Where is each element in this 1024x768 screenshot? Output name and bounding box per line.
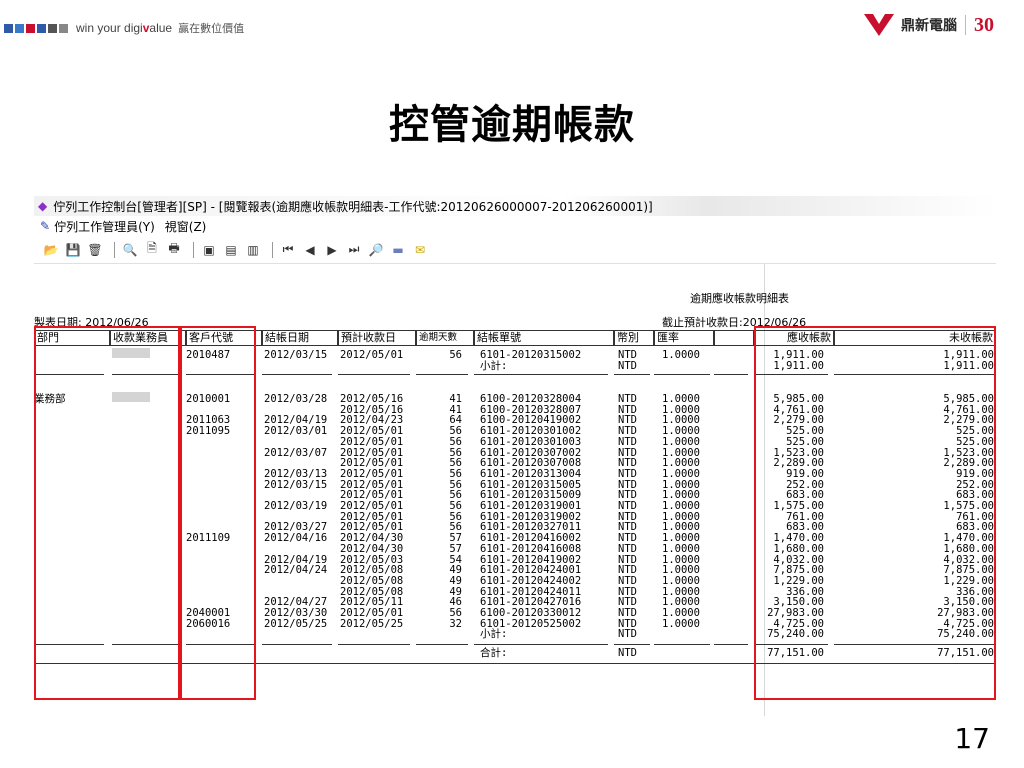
column-header: 匯率 — [654, 330, 714, 346]
print-icon[interactable]: 🖶 — [165, 241, 183, 259]
report-name: 逾期應收帳款明細表 — [690, 292, 789, 305]
close-date: 2012/04/16 — [264, 532, 328, 545]
tagline-end: alue — [149, 21, 173, 35]
delete-icon[interactable]: 🗑 — [86, 241, 104, 259]
separator-bar-icon[interactable]: ▬ — [389, 241, 407, 259]
column-header: 幣別 — [614, 330, 654, 346]
highlight-customer — [180, 326, 256, 700]
slide-header: win your digivalue 贏在數位價值 鼎新電腦 30 — [0, 0, 1024, 60]
subtotal-label: 小計: — [480, 359, 508, 372]
find-icon[interactable]: 🔍 — [121, 241, 139, 259]
highlight-amounts — [754, 326, 996, 700]
exchange-rate: 1.0000 — [662, 349, 700, 361]
toolbar-separator — [193, 241, 194, 258]
rule-line — [474, 644, 608, 646]
close-date: 2012/03/28 — [264, 393, 328, 405]
prev-page-icon[interactable]: ◀ — [301, 241, 319, 259]
open-icon[interactable]: 📂 — [42, 241, 60, 259]
save-icon[interactable]: 💾 — [64, 241, 82, 259]
rule-line — [262, 374, 332, 376]
anniversary-badge: 30 — [974, 13, 994, 36]
rule-line — [416, 644, 468, 646]
brand-mark-icon — [864, 14, 894, 36]
mail-icon[interactable]: ✉ — [411, 241, 429, 259]
page-number: 17 — [954, 722, 990, 755]
grand-total-label: 合計: — [480, 647, 508, 660]
column-header — [714, 330, 754, 346]
menu-queue-manager[interactable]: 佇列工作管理員(Y) — [54, 218, 155, 235]
menu-bar: ✎ 佇列工作管理員(Y) 視窗(Z) — [34, 216, 996, 236]
first-page-icon[interactable]: ⏮ — [279, 241, 297, 259]
rule-line — [654, 644, 710, 646]
brand-square-icon — [37, 23, 46, 33]
export-alt-icon[interactable]: ▤ — [222, 241, 240, 259]
slide-title: 控管逾期帳款 — [389, 102, 635, 148]
rule-line — [416, 374, 468, 376]
currency: NTD — [618, 647, 637, 660]
window-title: 佇列工作控制台[管理者][SP] - [閱覽報表(逾期應收帳款明細表-工作代號:… — [53, 199, 653, 214]
brand-square-icon — [48, 23, 57, 33]
close-date: 2012/03/15 — [264, 349, 328, 361]
brand-divider — [965, 15, 966, 35]
rule-line — [654, 374, 710, 376]
app-diamond-icon: ◆ — [38, 199, 48, 213]
close-date: 2012/03/01 — [264, 425, 328, 438]
rule-line — [714, 374, 748, 376]
next-page-icon[interactable]: ▶ — [323, 241, 341, 259]
tagline-group: win your digivalue 贏在數位價值 — [4, 20, 244, 36]
rule-line — [714, 644, 748, 646]
window-titlebar: ◆ 佇列工作控制台[管理者][SP] - [閱覽報表(逾期應收帳款明細表-工作代… — [34, 196, 996, 216]
toolbar: 📂 💾 🗑 🔍 🗎 🖶 ▣ ▤ ▥ ⏮ ◀ ▶ ⏭ 🔎 ▬ ✉ — [34, 236, 996, 264]
close-date: 2012/03/15 — [264, 478, 328, 491]
currency: NTD — [618, 359, 637, 372]
currency: NTD — [618, 628, 637, 641]
zoom-icon[interactable]: 🔎 — [367, 241, 385, 259]
subtotal-label: 小計: — [480, 628, 508, 641]
menu-window[interactable]: 視窗(Z) — [165, 218, 207, 235]
cutoff-date-label: 截止預計收款日: — [662, 316, 743, 329]
rule-line — [614, 374, 650, 376]
brand-square-icon — [59, 23, 68, 33]
close-date: 2012/03/19 — [264, 500, 328, 512]
column-header: 預計收款日 — [338, 330, 416, 346]
rule-line — [262, 644, 332, 646]
toolbar-separator — [272, 241, 273, 258]
toolbar-separator — [114, 241, 115, 258]
brand-square-icon — [4, 23, 13, 33]
copy-icon[interactable]: ▥ — [244, 241, 262, 259]
close-date: 2012/04/24 — [264, 564, 328, 577]
exchange-rate: 1.0000 — [662, 617, 700, 630]
brand-square-icon — [15, 23, 24, 33]
rule-line — [614, 644, 650, 646]
report-viewer-window: ◆ 佇列工作控制台[管理者][SP] - [閱覽報表(逾期應收帳款明細表-工作代… — [34, 196, 996, 716]
export-icon[interactable]: ▣ — [200, 241, 218, 259]
rule-line — [338, 374, 410, 376]
brand-logo: 鼎新電腦 30 — [863, 12, 994, 38]
tagline-chinese: 贏在數位價值 — [178, 22, 245, 35]
brand-name: 鼎新電腦 — [901, 18, 957, 34]
overdue-days: 56 — [449, 349, 462, 361]
highlight-dept-salesperson — [34, 326, 180, 700]
last-page-icon[interactable]: ⏭ — [345, 241, 363, 259]
rule-line — [338, 644, 410, 646]
rule-line — [474, 374, 608, 376]
close-date: 2012/03/07 — [264, 446, 328, 459]
brand-square-icon — [26, 23, 35, 33]
overdue-days: 32 — [449, 617, 462, 630]
close-date: 2012/05/25 — [264, 617, 328, 630]
tagline: win your digivalue — [76, 21, 172, 35]
column-header: 逾期天數 — [416, 330, 474, 346]
preview-icon[interactable]: 🗎 — [143, 241, 161, 259]
column-header: 結帳單號 — [474, 330, 614, 346]
pen-icon: ✎ — [40, 219, 51, 233]
column-header: 結帳日期 — [262, 330, 338, 346]
tagline-text: win your digi — [76, 21, 143, 35]
